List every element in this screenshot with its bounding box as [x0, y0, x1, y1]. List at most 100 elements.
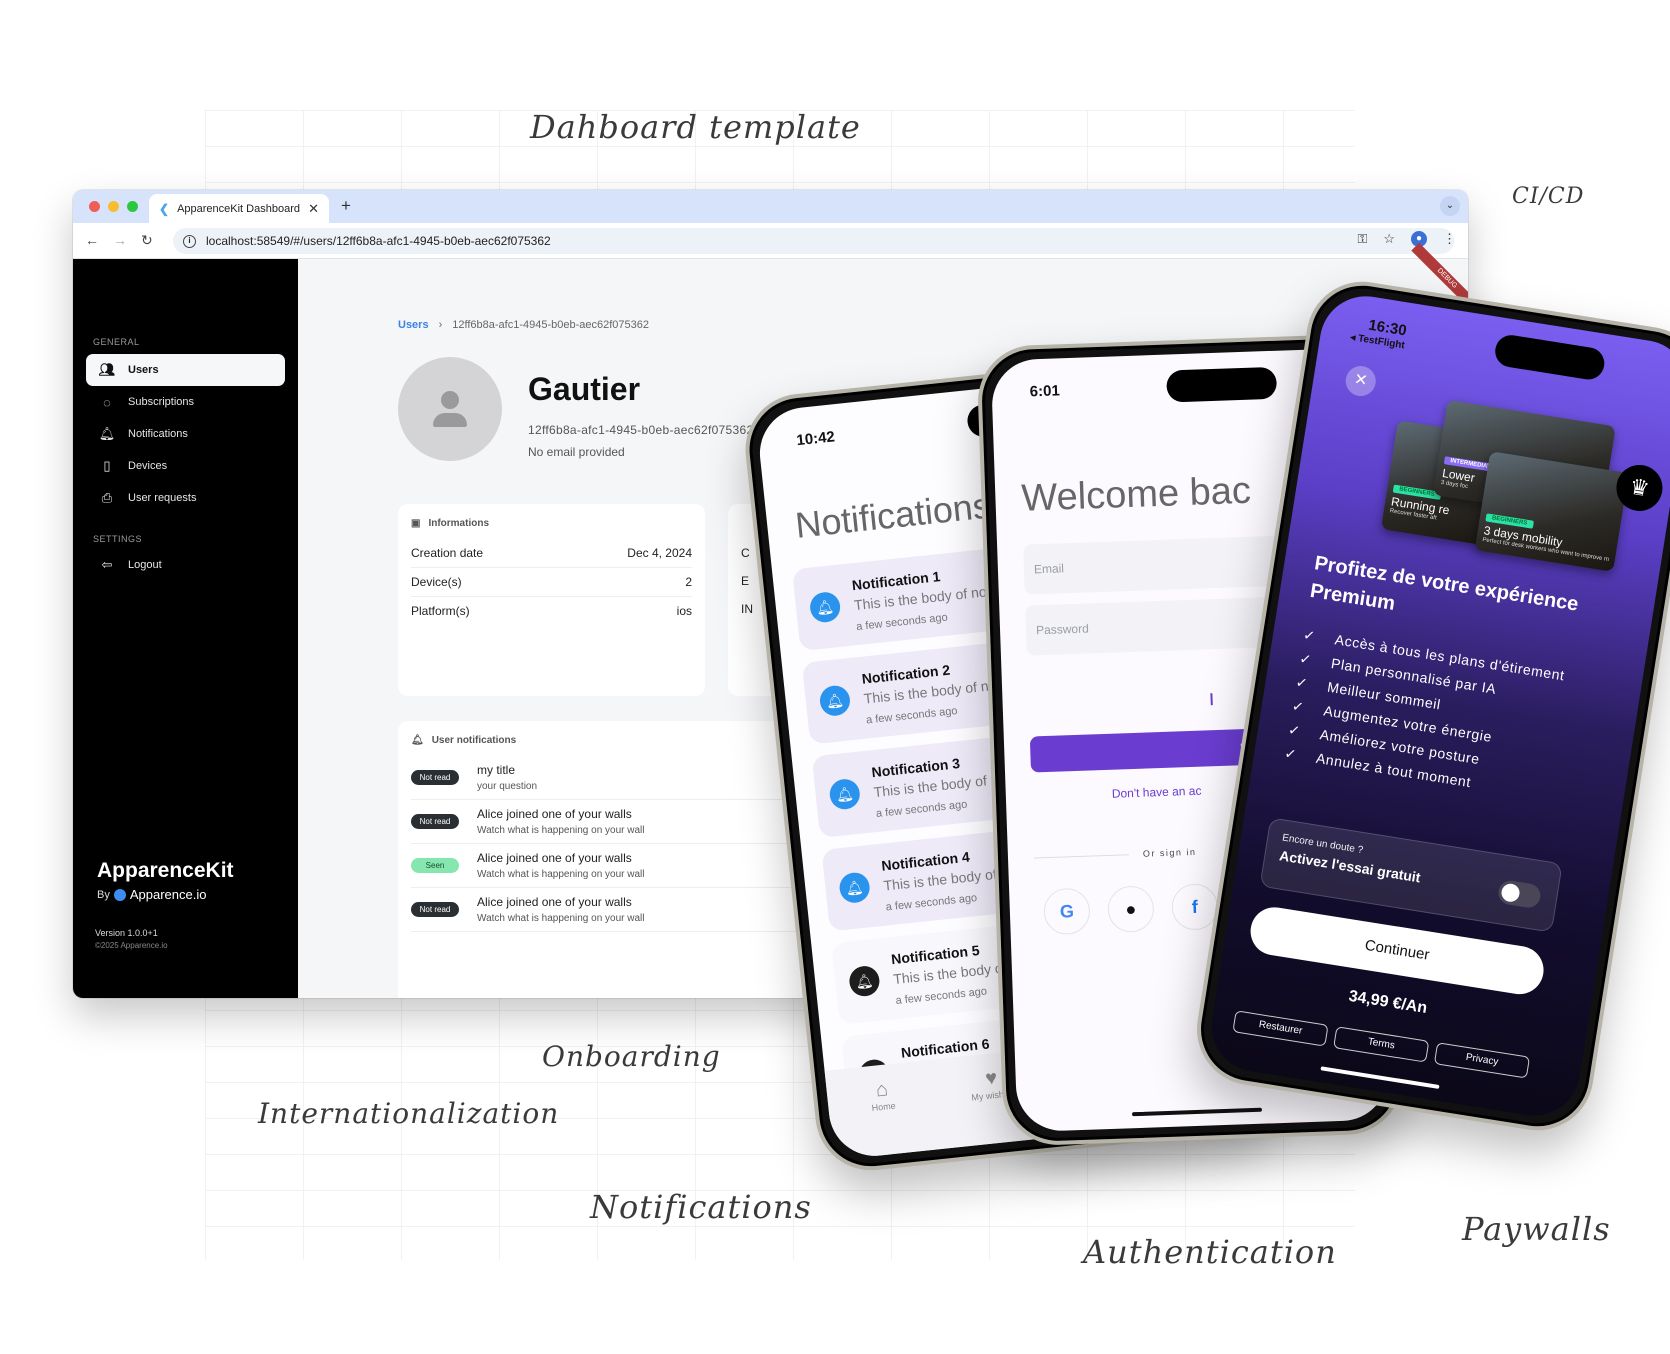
apple-login-button[interactable]: ●: [1107, 885, 1155, 933]
check-icon: ✓: [1294, 673, 1310, 692]
notification-body: Watch what is happening on your wall: [477, 913, 645, 924]
person-icon: [441, 391, 459, 409]
info-row: Creation date Dec 4, 2024: [411, 539, 692, 568]
forward-arrow-icon[interactable]: →: [113, 232, 127, 248]
brand-by-line: By Apparence.io: [97, 887, 234, 902]
bookmark-star-icon[interactable]: ☆: [1383, 231, 1395, 247]
info-key: Device(s): [411, 575, 462, 589]
more-menu-icon[interactable]: ⋮: [1443, 231, 1456, 247]
piggy-bank-icon: ◌: [103, 394, 111, 410]
tab-label: Home: [871, 1100, 897, 1114]
back-arrow-icon[interactable]: ←: [85, 232, 99, 248]
forgot-password-link[interactable]: [1210, 693, 1213, 706]
home-indicator: [1131, 1107, 1263, 1117]
bell-icon: 🔔︎: [411, 735, 424, 746]
notification-title: Alice joined one of your walls: [477, 895, 632, 909]
new-tab-button[interactable]: +: [341, 196, 351, 216]
sidebar-item-label: Logout: [128, 559, 162, 571]
label-internationalization: Internationalization: [258, 1097, 560, 1130]
status-time: 6:01: [1029, 382, 1061, 401]
sidebar-item-users[interactable]: 👥︎ Users: [86, 354, 285, 386]
notification-body: Watch what is happening on your wall: [477, 869, 645, 880]
notification-row[interactable]: Not read Alice joined one of your walls …: [411, 888, 805, 932]
brand-domain[interactable]: Apparence.io: [130, 887, 207, 902]
card-title-text: Informations: [428, 518, 490, 529]
user-notifications-card: 🔔︎ User notifications Not read my title …: [398, 721, 818, 998]
signup-link[interactable]: Don't have an ac: [1112, 784, 1202, 801]
sidebar-item-label: Subscriptions: [128, 396, 195, 408]
notification-title: Alice joined one of your walls: [477, 807, 632, 821]
informations-card-title: ▣ Informations: [411, 518, 692, 529]
program-card: BEGINNERS 3 days mobility Perfect for de…: [1474, 451, 1629, 572]
check-icon: ✓: [1287, 721, 1302, 739]
close-tab-icon[interactable]: ✕: [308, 201, 319, 217]
sidebar-item-label: Devices: [128, 460, 168, 472]
sidebar: GENERAL 👥︎ Users ◌ Subscriptions 🔔︎ Noti…: [73, 259, 298, 998]
notification-row[interactable]: Not read Alice joined one of your walls …: [411, 800, 805, 844]
breadcrumb-current: 12ff6b8a-afc1-4945-b0eb-aec62f075362: [452, 319, 649, 331]
maximize-window-button[interactable]: [127, 201, 138, 212]
info-value: Dec 4, 2024: [627, 546, 692, 560]
chevron-right-icon: ›: [438, 319, 443, 331]
url-text: localhost:58549/#/users/12ff6b8a-afc1-49…: [206, 234, 551, 248]
bell-ringing-icon: 🔔︎: [828, 777, 862, 811]
feature-list: ✓ Accès à tous les plans d'étirement ✓ Pla…: [1282, 626, 1565, 810]
close-window-button[interactable]: [89, 201, 100, 212]
or-sign-in-text: Or sign in: [1142, 846, 1197, 859]
notification-row[interactable]: Seen Alice joined one of your walls Watc…: [411, 844, 805, 888]
sidebar-item-notifications[interactable]: 🔔︎ Notifications: [86, 418, 285, 450]
user-id: 12ff6b8a-afc1-4945-b0eb-aec62f075362: [528, 423, 754, 437]
window-controls: [89, 201, 138, 212]
label-paywalls: Paywalls: [1462, 1210, 1611, 1248]
info-row: Device(s) 2: [411, 568, 692, 597]
google-icon: G: [1059, 901, 1075, 922]
section-title-settings: SETTINGS: [93, 534, 143, 544]
site-info-icon[interactable]: i: [183, 234, 196, 248]
social-login-buttons: G ● f: [1043, 883, 1219, 936]
sidebar-item-logout[interactable]: ⇦ Logout: [86, 549, 285, 581]
minimize-window-button[interactable]: [108, 201, 119, 212]
user-name: Gautier: [528, 371, 641, 407]
close-paywall-button[interactable]: ✕: [1343, 363, 1378, 399]
status-badge: Not read: [411, 902, 459, 917]
url-input[interactable]: i localhost:58549/#/users/12ff6b8a-afc1-…: [173, 228, 1454, 254]
flutter-logo-icon: ❮: [159, 201, 170, 216]
info-value: 2: [685, 575, 692, 589]
address-bar: ← → ↻ i localhost:58549/#/users/12ff6b8a…: [73, 223, 1468, 259]
sidebar-item-label: Notifications: [128, 428, 188, 440]
bell-icon: 🔔︎: [98, 426, 116, 441]
info-value: ios: [676, 604, 692, 618]
status-time: 10:42: [795, 428, 836, 450]
privacy-button[interactable]: Privacy: [1433, 1042, 1531, 1079]
breadcrumb-users-link[interactable]: Users: [398, 319, 429, 331]
browser-tab[interactable]: ❮ ApparenceKit Dashboard ✕: [149, 194, 329, 223]
home-indicator: [1320, 1066, 1440, 1089]
tab-title: ApparenceKit Dashboard: [177, 202, 300, 215]
tab-home[interactable]: ⌂ Home: [846, 1075, 924, 1158]
status-badge: Seen: [411, 858, 459, 873]
notification-row[interactable]: Not read my title your question: [411, 756, 805, 800]
google-login-button[interactable]: G: [1043, 887, 1091, 936]
facebook-login-button[interactable]: f: [1171, 883, 1219, 931]
dynamic-island: [1492, 332, 1607, 382]
address-bar-actions: ⚿ ☆ ● ⋮: [1357, 231, 1456, 247]
inbox-download-icon: ⎙: [101, 490, 113, 505]
terms-button[interactable]: Terms: [1333, 1026, 1430, 1063]
sidebar-item-devices[interactable]: ▯ Devices: [86, 450, 285, 482]
tab-search-chevron-icon[interactable]: ⌄: [1440, 196, 1460, 216]
sidebar-item-subscriptions[interactable]: ◌ Subscriptions: [86, 386, 285, 418]
screen-title: Notifications: [793, 484, 993, 546]
reload-icon[interactable]: ↻: [141, 232, 153, 249]
user-avatar: [398, 357, 502, 461]
bell-icon: 🔔︎: [847, 964, 881, 998]
restore-button[interactable]: Restaurer: [1232, 1010, 1329, 1047]
key-icon[interactable]: ⚿: [1357, 231, 1367, 247]
copyright: ©2025 Apparence.io: [95, 941, 168, 950]
apparence-logo-icon: [113, 888, 126, 901]
sidebar-item-user-requests[interactable]: ⎙ User requests: [86, 482, 285, 514]
logout-icon: ⇦: [101, 557, 113, 572]
label-authentication: Authentication: [1083, 1233, 1337, 1271]
label-onboarding: Onboarding: [542, 1040, 721, 1073]
label-dashboard-template: Dahboard template: [530, 108, 861, 146]
notification-title: Alice joined one of your walls: [477, 851, 632, 865]
